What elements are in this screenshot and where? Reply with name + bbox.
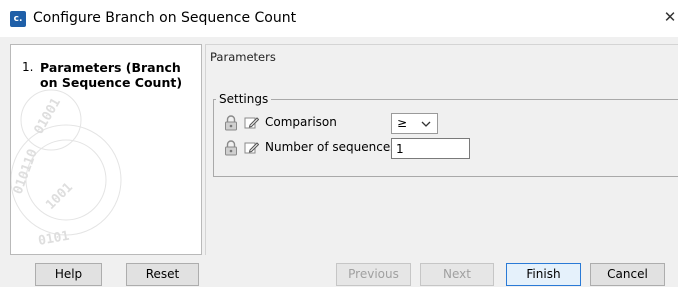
comparison-row: Comparison bbox=[224, 113, 384, 133]
lock-icon[interactable] bbox=[224, 115, 238, 131]
svg-text:0101: 0101 bbox=[37, 229, 71, 249]
comparison-value: ≥ bbox=[397, 116, 408, 130]
app-icon: c. bbox=[10, 11, 26, 27]
number-of-sequences-label: Number of sequences bbox=[265, 140, 397, 154]
comparison-select[interactable]: ≥ bbox=[391, 113, 438, 134]
help-button[interactable]: Help bbox=[35, 263, 102, 286]
cancel-button[interactable]: Cancel bbox=[590, 263, 665, 286]
settings-group-title: Settings bbox=[216, 92, 272, 106]
window-title: Configure Branch on Sequence Count bbox=[33, 10, 297, 26]
edit-icon[interactable] bbox=[244, 140, 259, 155]
comparison-label: Comparison bbox=[265, 115, 337, 129]
previous-button[interactable]: Previous bbox=[336, 263, 411, 286]
next-button[interactable]: Next bbox=[420, 263, 494, 286]
step-number: 1. bbox=[22, 60, 34, 74]
number-of-sequences-field[interactable] bbox=[391, 138, 470, 159]
svg-text:010110: 010110 bbox=[11, 147, 41, 196]
title-bar: c. Configure Branch on Sequence Count ✕ bbox=[0, 0, 678, 37]
edit-icon[interactable] bbox=[244, 115, 259, 130]
svg-text:01001: 01001 bbox=[31, 95, 64, 137]
close-button[interactable]: ✕ bbox=[663, 8, 677, 26]
binary-watermark-icon: 01001 010110 1001 0101 bbox=[11, 89, 122, 249]
wizard-steps-panel: 1. Parameters (Branch on Sequence Count)… bbox=[10, 44, 202, 255]
finish-button[interactable]: Finish bbox=[506, 263, 581, 286]
svg-text:1001: 1001 bbox=[43, 180, 76, 213]
chevron-down-icon bbox=[421, 121, 431, 127]
reset-button[interactable]: Reset bbox=[126, 263, 199, 286]
number-of-sequences-row: Number of sequences bbox=[224, 138, 396, 158]
lock-icon[interactable] bbox=[224, 140, 238, 156]
panel-title: Parameters bbox=[210, 50, 276, 64]
